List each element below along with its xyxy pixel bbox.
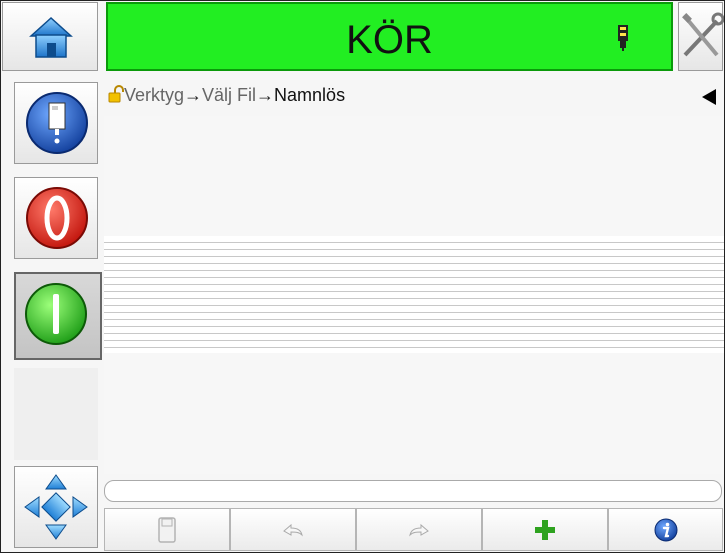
- plus-icon: [535, 519, 555, 540]
- start-icon: [25, 283, 87, 345]
- padlock-open-icon: [108, 85, 124, 108]
- breadcrumb-item[interactable]: Verktyg: [124, 85, 184, 105]
- redo-icon: [409, 523, 429, 537]
- directional-arrows-icon: [24, 474, 88, 540]
- save-button[interactable]: [104, 508, 230, 551]
- sidebar-empty-slot: [14, 368, 98, 460]
- info-icon: [654, 518, 677, 541]
- redo-button[interactable]: [356, 508, 482, 551]
- back-arrow-icon[interactable]: [700, 88, 718, 111]
- text-input-field[interactable]: [104, 480, 722, 502]
- save-icon: [158, 516, 176, 543]
- breadcrumb-current: Namnlös: [274, 85, 346, 105]
- home-button[interactable]: [2, 2, 98, 71]
- navigation-button[interactable]: [14, 466, 98, 548]
- undo-button[interactable]: [230, 508, 356, 551]
- start-button[interactable]: [14, 272, 102, 360]
- ink-cartridge-icon: [618, 25, 628, 51]
- breadcrumb: Verktyg→Välj Fil→Namnlös: [108, 85, 345, 108]
- home-icon: [29, 16, 73, 58]
- stop-button[interactable]: [14, 177, 98, 259]
- ink-bottle-icon: [26, 92, 88, 154]
- breadcrumb-separator: →: [256, 85, 275, 105]
- breadcrumb-separator: →: [184, 85, 203, 105]
- print-preview-band[interactable]: [104, 236, 724, 353]
- tools-icon: [682, 12, 725, 57]
- add-button[interactable]: [482, 508, 608, 551]
- breadcrumb-item[interactable]: Välj Fil: [202, 85, 256, 105]
- info-button[interactable]: [608, 508, 723, 551]
- undo-icon: [283, 523, 303, 537]
- stop-icon: [26, 187, 88, 249]
- status-bar[interactable]: KÖR: [106, 2, 673, 71]
- tools-button[interactable]: [678, 2, 725, 71]
- ink-system-button[interactable]: [14, 82, 98, 164]
- status-label: KÖR: [346, 18, 433, 62]
